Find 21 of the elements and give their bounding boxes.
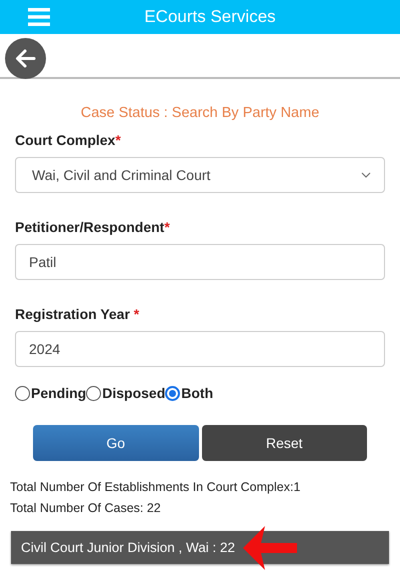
go-button[interactable]: Go	[33, 425, 198, 461]
app-title: ECourts Services	[144, 6, 276, 28]
summary-text: Total Number Of Establishments In Court Complex:1	[10, 479, 300, 496]
field-label: Petitioner/Respondent*	[15, 219, 170, 235]
reset-button[interactable]: Reset	[202, 425, 367, 461]
result-row[interactable]: Civil Court Junior Division , Wai : 22	[11, 531, 389, 564]
field-label: Registration Year *	[15, 306, 140, 322]
radio-label[interactable]: Pending	[31, 385, 86, 401]
radio-button[interactable]	[86, 386, 102, 400]
summary-text: Total Number Of Cases: 22	[10, 500, 161, 517]
field-label: Court Complex*	[15, 132, 121, 148]
input-field[interactable]: 2024	[15, 331, 385, 367]
radio-button[interactable]	[165, 386, 180, 400]
page-title: Case Status : Search By Party Name	[80, 105, 320, 121]
back-button[interactable]	[5, 38, 46, 79]
court-complex-dropdown[interactable]: Wai, Civil and Criminal Court	[15, 157, 385, 193]
input-field[interactable]: Patil	[15, 244, 385, 280]
radio-label[interactable]: Both	[181, 385, 214, 401]
chevron-down-icon	[361, 172, 371, 178]
radio-button[interactable]	[15, 386, 30, 400]
radio-label[interactable]: Disposed	[102, 385, 166, 401]
